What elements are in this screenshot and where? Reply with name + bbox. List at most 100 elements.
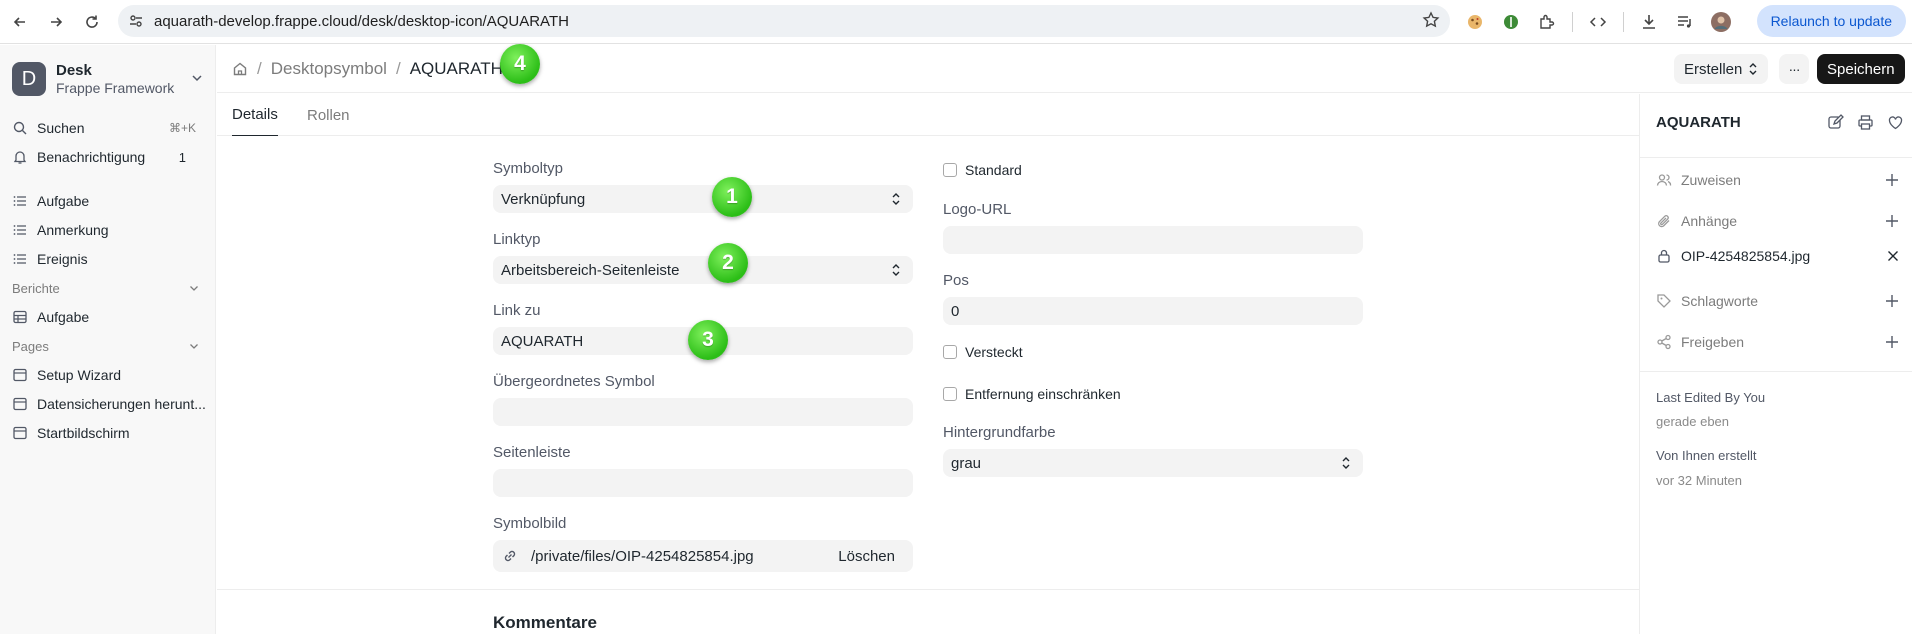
breadcrumb: / Desktopsymbol / AQUARATH — [232, 45, 503, 93]
remove-attachment-close-icon[interactable] — [1887, 250, 1899, 262]
pos-input[interactable]: 0 — [943, 297, 1363, 325]
sidebar: D Desk Frappe Framework Suchen ⌘+K Benac… — [0, 45, 216, 634]
linktyp-select[interactable]: Arbeitsbereich-Seitenleiste — [493, 256, 913, 284]
attachment-file-name[interactable]: OIP-4254825854.jpg — [1681, 248, 1810, 264]
sidebar-item-backups[interactable]: Datensicherungen herunt... — [12, 391, 208, 417]
forward-icon[interactable] — [38, 4, 74, 40]
symboltyp-select[interactable]: Verknüpfung — [493, 185, 913, 213]
sidebar-item-label: Aufgabe — [37, 193, 90, 209]
lock-icon — [1656, 248, 1672, 264]
bg-color-value: grau — [951, 454, 982, 472]
sidebar-item-notifications[interactable]: Benachrichtigung 1 — [12, 144, 208, 170]
sidebar-item-startbildschirm[interactable]: Startbildschirm — [12, 420, 208, 446]
sidebar-item-label: Datensicherungen herunt... — [37, 396, 206, 412]
chevron-down-icon[interactable] — [188, 340, 200, 352]
restrict-removal-checkbox[interactable]: Entfernung einschränken — [943, 386, 1121, 402]
url-text[interactable]: aquarath-develop.frappe.cloud/desk/deskt… — [154, 13, 569, 30]
seitenleiste-input[interactable] — [493, 469, 913, 497]
edit-icon[interactable] — [1827, 114, 1844, 131]
add-assign-plus-icon[interactable] — [1885, 173, 1899, 187]
page-icon — [12, 425, 28, 441]
workspace-switcher[interactable]: D Desk Frappe Framework — [12, 59, 204, 99]
download-icon[interactable] — [1636, 9, 1662, 35]
sidebar-item-setup-wizard[interactable]: Setup Wizard — [12, 362, 208, 388]
logo-url-input[interactable] — [943, 226, 1363, 254]
chevron-down-icon[interactable] — [190, 71, 204, 85]
checkbox-box[interactable] — [943, 387, 957, 401]
comments-heading: Kommentare — [493, 613, 597, 632]
sidebar-item-report-aufgabe[interactable]: Aufgabe — [12, 304, 208, 330]
relaunch-button[interactable]: Relaunch to update — [1756, 5, 1906, 37]
versteckt-checkbox[interactable]: Versteckt — [943, 344, 1023, 360]
parent-symbol-label: Übergeordnetes Symbol — [493, 373, 655, 390]
sidebar-item-label: Setup Wizard — [37, 367, 122, 383]
checkbox-box[interactable] — [943, 345, 957, 359]
back-icon[interactable] — [2, 4, 38, 40]
extensions-puzzle-icon[interactable] — [1534, 9, 1560, 35]
symboltyp-value: Verknüpfung — [501, 190, 586, 208]
annotation-badge-1: 1 — [712, 177, 752, 217]
symbolbild-path[interactable]: /private/files/OIP-4254825854.jpg — [531, 548, 754, 565]
profile-avatar-icon[interactable] — [1708, 9, 1734, 35]
sidebar-item-anmerkung[interactable]: Anmerkung — [12, 217, 208, 243]
browser-toolbar: aquarath-develop.frappe.cloud/desk/deskt… — [0, 0, 1912, 44]
media-queue-icon[interactable] — [1672, 9, 1698, 35]
address-bar[interactable]: aquarath-develop.frappe.cloud/desk/deskt… — [118, 5, 1450, 37]
sidebar-item-label: Startbildschirm — [37, 425, 130, 441]
breadcrumb-separator: / — [395, 59, 401, 78]
create-button[interactable]: Erstellen — [1674, 54, 1769, 84]
bookmark-star-icon[interactable] — [1422, 11, 1440, 29]
standard-checkbox[interactable]: Standard — [943, 162, 1022, 178]
bg-color-select[interactable]: grau — [943, 449, 1363, 477]
save-button[interactable]: Speichern — [1817, 54, 1905, 84]
attachments-row[interactable]: Anhänge — [1656, 210, 1899, 232]
sidebar-item-ereignis[interactable]: Ereignis — [12, 246, 208, 272]
symbolbild-attachment[interactable]: /private/files/OIP-4254825854.jpg Lösche… — [493, 540, 913, 572]
home-icon[interactable] — [232, 61, 248, 77]
sidebar-item-label: Benachrichtigung — [37, 149, 146, 165]
panel-divider — [1640, 157, 1912, 158]
tab-rollen[interactable]: Rollen — [307, 94, 350, 136]
add-attachment-plus-icon[interactable] — [1885, 214, 1899, 228]
linktyp-value: Arbeitsbereich-Seitenleiste — [501, 261, 680, 279]
list-icon — [12, 222, 28, 238]
assign-row[interactable]: Zuweisen — [1656, 169, 1899, 191]
breadcrumb-parent[interactable]: Desktopsymbol — [271, 59, 387, 79]
sidebar-section-berichte[interactable]: Berichte — [12, 277, 200, 299]
more-actions-button[interactable]: ··· — [1779, 54, 1809, 84]
sidebar-item-aufgabe[interactable]: Aufgabe — [12, 188, 208, 214]
share-row[interactable]: Freigeben — [1656, 331, 1899, 353]
extension-shield-icon[interactable] — [1498, 9, 1524, 35]
sidebar-section-pages[interactable]: Pages — [12, 335, 200, 357]
annotation-badge-3: 3 — [688, 320, 728, 360]
site-settings-icon[interactable] — [128, 13, 144, 29]
panel-divider — [1640, 371, 1912, 372]
parent-symbol-input[interactable] — [493, 398, 913, 426]
sidebar-item-search[interactable]: Suchen ⌘+K — [12, 115, 208, 141]
created-by-label: Von Ihnen erstellt — [1656, 448, 1757, 463]
attachment-file-row[interactable]: OIP-4254825854.jpg — [1656, 245, 1899, 267]
logo-url-label: Logo-URL — [943, 201, 1012, 218]
sidebar-item-label: Anmerkung — [37, 222, 109, 238]
section-divider — [217, 589, 1639, 590]
print-icon[interactable] — [1857, 114, 1874, 131]
form-tabs: Details Rollen — [217, 94, 1639, 136]
heart-icon[interactable] — [1887, 114, 1904, 131]
delete-attachment-button[interactable]: Löschen — [838, 548, 895, 565]
add-tag-plus-icon[interactable] — [1885, 294, 1899, 308]
standard-label: Standard — [965, 162, 1022, 178]
workspace-title: Desk — [56, 62, 92, 79]
page-title: AQUARATH — [409, 59, 503, 78]
reload-icon[interactable] — [74, 4, 110, 40]
tab-details[interactable]: Details — [232, 94, 278, 136]
devtools-code-icon[interactable] — [1585, 9, 1611, 35]
tags-row[interactable]: Schlagworte — [1656, 290, 1899, 312]
chevron-down-icon[interactable] — [188, 282, 200, 294]
checkbox-box[interactable] — [943, 163, 957, 177]
pos-label: Pos — [943, 272, 969, 289]
document-side-panel: AQUARATH Zuweisen Anhänge OIP-4254825854… — [1639, 94, 1912, 634]
extension-cookie-icon[interactable] — [1462, 9, 1488, 35]
linktyp-label: Linktyp — [493, 231, 541, 248]
share-icon — [1656, 334, 1672, 350]
add-share-plus-icon[interactable] — [1885, 335, 1899, 349]
